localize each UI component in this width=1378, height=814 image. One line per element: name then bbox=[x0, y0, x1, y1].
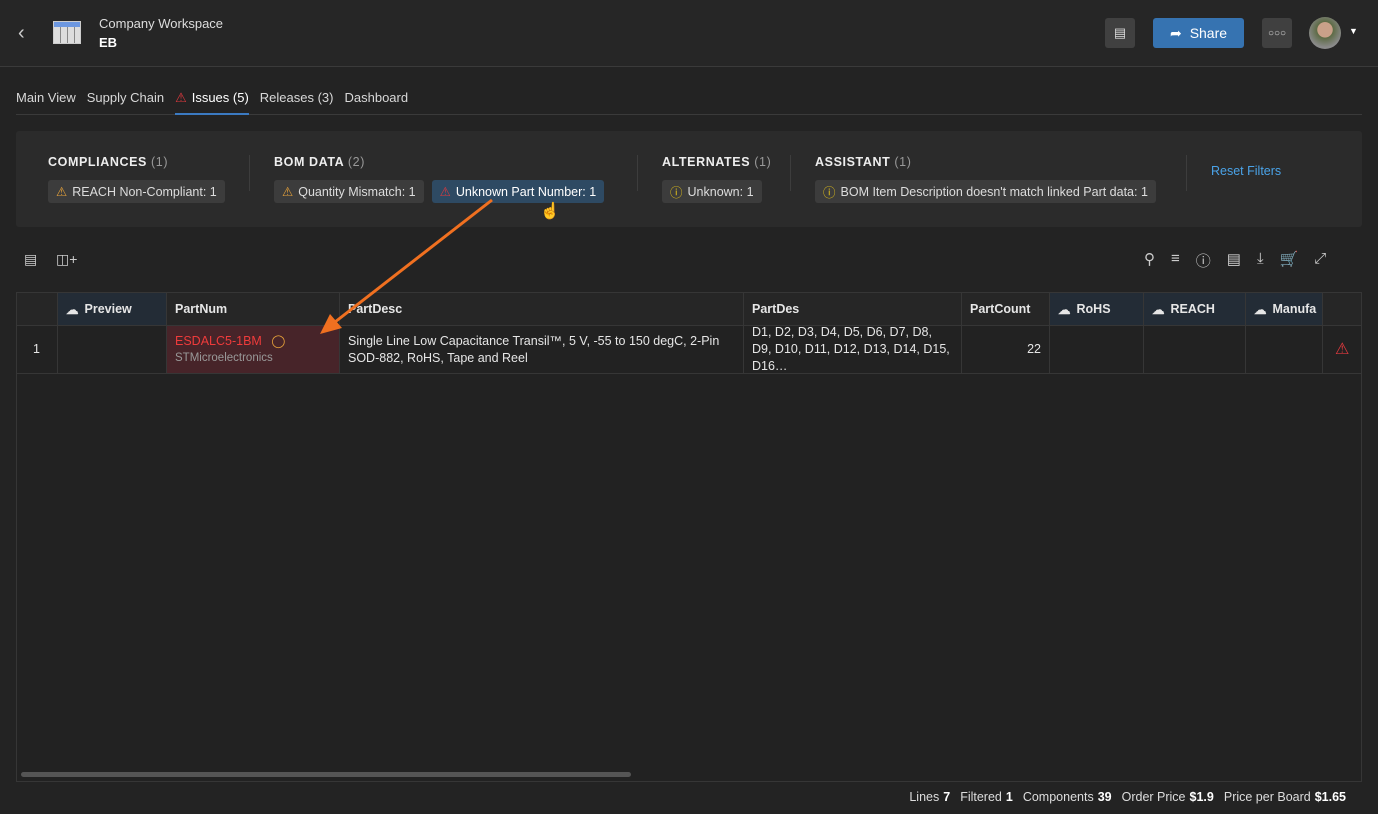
filter-chip-reach[interactable]: ⚠ REACH Non-Compliant: 1 bbox=[48, 180, 225, 203]
horizontal-scrollbar[interactable] bbox=[21, 772, 631, 777]
app-header: ‹ Company Workspace EB ▤ ➦ Share ○○○ ▼ bbox=[0, 0, 1378, 67]
workspace-name: Company Workspace bbox=[99, 16, 224, 31]
cloud-icon: ☁ bbox=[1152, 302, 1165, 317]
search-icon[interactable]: ⚲ bbox=[1144, 250, 1155, 271]
more-button[interactable]: ○○○ bbox=[1262, 18, 1292, 48]
filter-chip-description-mismatch[interactable]: ⓘ BOM Item Description doesn't match link… bbox=[815, 180, 1156, 203]
filter-group-assistant: ASSISTANT (1) ⓘ BOM Item Description does… bbox=[815, 155, 1164, 203]
column-header-reach[interactable]: ☁ REACH bbox=[1144, 293, 1246, 326]
partnum-cell[interactable]: ESDALC5-1BM ◯ STMicroelectronics bbox=[167, 326, 340, 374]
issues-filter-panel: COMPLIANCES (1) ⚠ REACH Non-Compliant: 1 … bbox=[16, 131, 1362, 227]
filter-chip-unknown-part-number[interactable]: ⚠ Unknown Part Number: 1 bbox=[431, 180, 605, 203]
part-number: ESDALC5-1BM bbox=[175, 333, 262, 348]
tab-issues[interactable]: ⚠ Issues (5) bbox=[175, 88, 249, 115]
tab-main-view[interactable]: Main View bbox=[16, 88, 76, 115]
row-number-header bbox=[17, 293, 58, 326]
filter-group-alternates: ALTERNATES (1) ⓘ Unknown: 1 bbox=[662, 155, 771, 203]
expand-icon[interactable]: ⤢ bbox=[1314, 250, 1326, 271]
warning-icon: ⚠ bbox=[56, 185, 68, 199]
preview-cell[interactable] bbox=[58, 326, 167, 374]
view-tabs: Main View Supply Chain ⚠ Issues (5) Relea… bbox=[16, 88, 1362, 115]
lightbulb-icon[interactable]: ◯ bbox=[271, 334, 285, 348]
share-icon: ➦ bbox=[1169, 24, 1182, 41]
column-header-manufacturer[interactable]: ☁ Manufa bbox=[1246, 293, 1323, 326]
row-error-icon[interactable]: ⚠ bbox=[1323, 326, 1362, 374]
tab-supply-chain[interactable]: Supply Chain bbox=[87, 88, 164, 115]
manufacturer-name: STMicroelectronics bbox=[175, 351, 273, 364]
add-row-icon[interactable]: ▤ bbox=[24, 251, 37, 268]
filter-group-compliances: COMPLIANCES (1) ⚠ REACH Non-Compliant: 1 bbox=[48, 155, 233, 203]
comment-icon[interactable]: ▤ bbox=[1227, 250, 1241, 271]
reset-filters-link[interactable]: Reset Filters bbox=[1211, 164, 1281, 178]
header-spacer bbox=[1323, 293, 1362, 326]
partcount-cell[interactable]: 22 bbox=[962, 326, 1050, 374]
back-icon[interactable]: ‹ bbox=[18, 22, 25, 45]
column-header-partdesc[interactable]: PartDesc bbox=[340, 293, 744, 326]
comment-plus-icon: ▤ bbox=[1113, 25, 1127, 40]
status-footer: Lines 7 Filtered 1 Components 39 Order Pric… bbox=[909, 790, 1346, 804]
share-button[interactable]: ➦ Share bbox=[1153, 18, 1244, 48]
column-header-rohs[interactable]: ☁ RoHS bbox=[1050, 293, 1144, 326]
filter-settings-icon[interactable]: ≡ bbox=[1171, 250, 1180, 271]
partdesc-cell[interactable]: Single Line Low Capacitance Transil™, 5 … bbox=[340, 326, 744, 374]
column-header-partnum[interactable]: PartNum bbox=[167, 293, 340, 326]
info-circle-icon: ⓘ bbox=[823, 186, 836, 200]
cloud-icon: ☁ bbox=[1254, 302, 1267, 317]
manufacturer-cell[interactable] bbox=[1246, 326, 1323, 374]
table-toolbar: ⚲ ≡ ⓘ ▤ ⤓ 🛒 ⤢ bbox=[1144, 250, 1326, 271]
add-column-icon[interactable]: ◫+ bbox=[56, 251, 77, 268]
error-icon: ⚠ bbox=[439, 185, 451, 199]
bom-table-icon bbox=[53, 21, 81, 44]
column-header-partdes[interactable]: PartDes bbox=[744, 293, 962, 326]
bom-table: ☁ Preview PartNum PartDesc PartDes PartCo… bbox=[16, 292, 1362, 782]
cloud-icon: ☁ bbox=[1058, 302, 1071, 317]
reach-cell[interactable] bbox=[1144, 326, 1246, 374]
project-name: EB bbox=[99, 35, 118, 50]
warning-icon: ⚠ bbox=[282, 185, 294, 199]
download-icon[interactable]: ⤓ bbox=[1257, 250, 1264, 271]
share-label: Share bbox=[1189, 25, 1228, 41]
tab-releases[interactable]: Releases (3) bbox=[260, 88, 334, 115]
warning-icon: ⚠ bbox=[175, 90, 187, 105]
cloud-icon: ☁ bbox=[66, 302, 79, 317]
avatar[interactable] bbox=[1309, 17, 1341, 49]
more-icon: ○○○ bbox=[1267, 27, 1287, 39]
filter-chip-unknown[interactable]: ⓘ Unknown: 1 bbox=[662, 180, 762, 203]
column-header-partcount[interactable]: PartCount bbox=[962, 293, 1050, 326]
rohs-cell[interactable] bbox=[1050, 326, 1144, 374]
add-comment-button[interactable]: ▤ bbox=[1105, 18, 1135, 48]
info-circle-icon: ⓘ bbox=[670, 186, 683, 200]
info-icon[interactable]: ⓘ bbox=[1196, 250, 1211, 271]
tab-dashboard[interactable]: Dashboard bbox=[345, 88, 409, 115]
cart-icon[interactable]: 🛒 bbox=[1280, 250, 1299, 271]
filter-chip-quantity-mismatch[interactable]: ⚠ Quantity Mismatch: 1 bbox=[274, 180, 424, 203]
avatar-dropdown-icon[interactable]: ▼ bbox=[1349, 26, 1358, 36]
row-number: 1 bbox=[17, 326, 58, 374]
partdes-cell[interactable]: D1, D2, D3, D4, D5, D6, D7, D8, D9, D10,… bbox=[744, 325, 962, 374]
column-header-preview[interactable]: ☁ Preview bbox=[58, 293, 167, 326]
filter-group-bom-data: BOM DATA (2) ⚠ Quantity Mismatch: 1 ⚠ Unkno… bbox=[274, 155, 612, 203]
